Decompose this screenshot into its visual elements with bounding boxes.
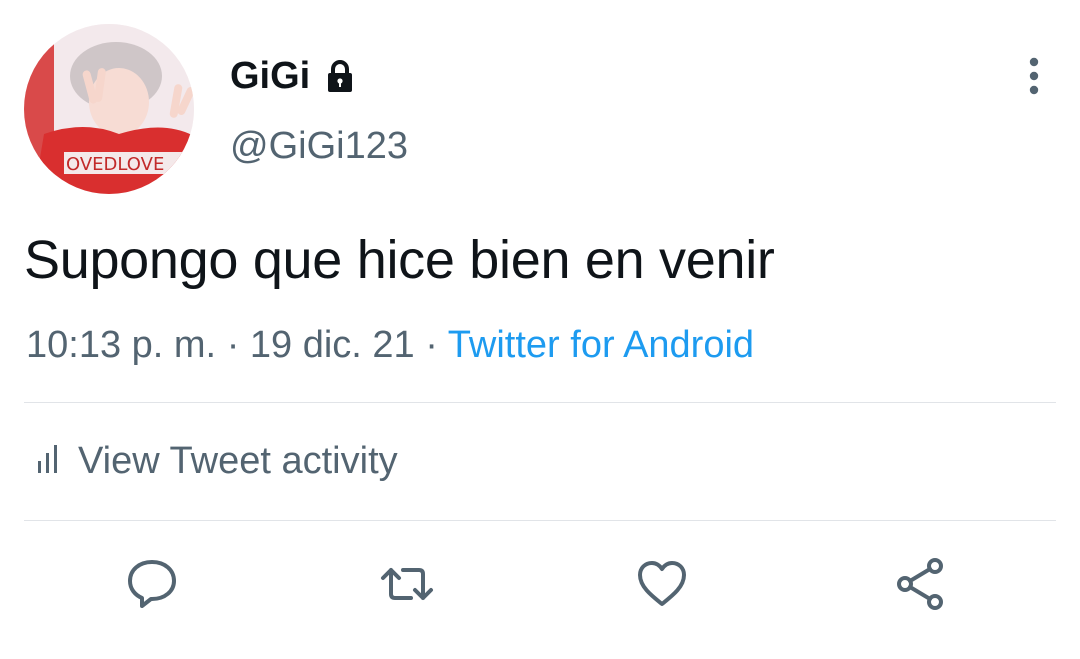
display-name[interactable]: GiGi [230,52,310,100]
share-button[interactable] [893,556,949,612]
reply-icon [128,560,176,608]
retweet-button[interactable] [379,556,435,612]
retweet-icon [381,568,433,600]
meta-separator: · [226,324,240,366]
view-tweet-activity-button[interactable]: View Tweet activity [36,437,398,485]
meta-separator: · [425,324,438,366]
tweet-date[interactable]: 19 dic. 21 [250,324,415,366]
avatar-shirt-text: OVEDLOVE [66,154,164,175]
tweet-text: Supongo que hice bien en venir [24,230,775,290]
more-vertical-icon[interactable] [1014,54,1054,98]
user-handle[interactable]: @GiGi123 [230,122,408,170]
lock-icon [322,58,358,94]
avatar[interactable]: OVEDLOVE [24,24,194,194]
divider [24,520,1056,521]
divider [24,402,1056,403]
like-icon [638,561,686,606]
tweet-source-link[interactable]: Twitter for Android [448,324,754,366]
like-button[interactable] [634,556,690,612]
avatar-image: OVEDLOVE [24,24,194,194]
reply-button[interactable] [124,556,180,612]
tweet-meta: 10:13 p. m. · 19 dic. 21 · Twitter for A… [26,321,754,369]
display-name-row: GiGi [230,52,358,100]
analytics-icon [36,443,62,480]
share-icon [897,558,943,610]
view-tweet-activity-label: View Tweet activity [78,440,398,482]
tweet-time[interactable]: 10:13 p. m. [26,324,216,366]
